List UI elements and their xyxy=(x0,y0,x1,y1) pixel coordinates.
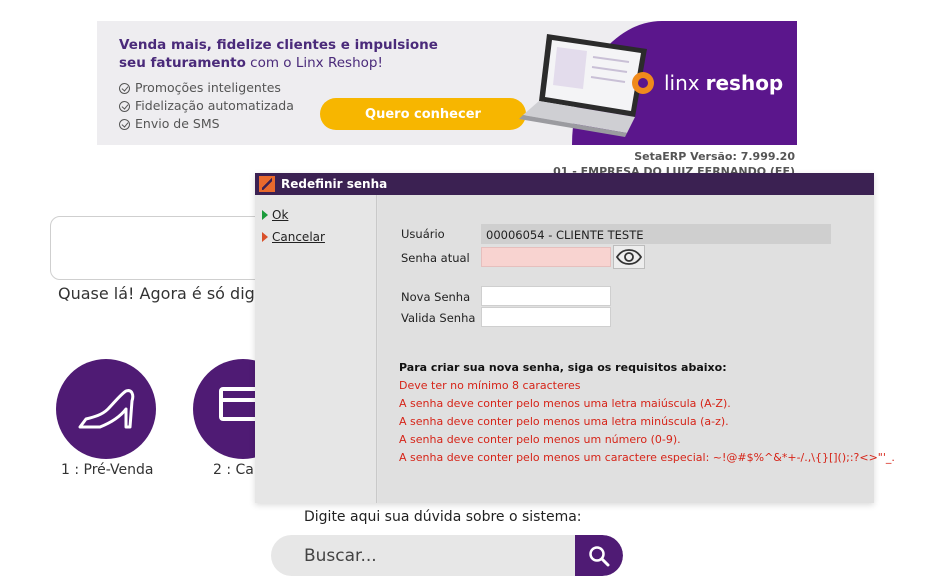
show-password-button[interactable] xyxy=(613,245,645,269)
check-circle-icon xyxy=(119,100,130,112)
card-icon xyxy=(219,387,259,421)
search-button[interactable] xyxy=(575,535,623,576)
background-input-box[interactable] xyxy=(50,216,280,280)
play-arrow-icon xyxy=(262,232,268,242)
reset-password-dialog: Redefinir senha Ok Cancelar Usuário 0000… xyxy=(255,173,895,503)
usuario-field: 00006054 - CLIENTE TESTE xyxy=(481,224,831,244)
banner-feature: Promoções inteligentes xyxy=(119,79,294,97)
company-text: 01 - EMPRESA DO LUIZ FERNANDO (FE) xyxy=(553,165,795,173)
dialog-content: Usuário 00006054 - CLIENTE TESTE Senha a… xyxy=(378,195,895,503)
banner-feature: Fidelização automatizada xyxy=(119,97,294,115)
requirement-item: A senha deve conter pelo menos um número… xyxy=(399,433,681,446)
nova-senha-input[interactable] xyxy=(481,286,611,306)
check-circle-icon xyxy=(119,118,130,130)
help-prompt: Digite aqui sua dúvida sobre o sistema: xyxy=(304,509,582,525)
usuario-label: Usuário xyxy=(401,227,445,241)
banner-headline: Venda mais, fidelize clientes e impulsio… xyxy=(119,36,439,72)
nova-senha-label: Nova Senha xyxy=(401,290,471,304)
linx-reshop-logo: linx reshop xyxy=(632,71,783,95)
linx-reshop-banner[interactable]: Venda mais, fidelize clientes e impulsio… xyxy=(97,21,797,145)
banner-headline-line1: Venda mais, fidelize clientes e impulsio… xyxy=(119,37,438,53)
valida-senha-input[interactable] xyxy=(481,307,611,327)
reshop-logo-icon xyxy=(632,72,654,94)
quero-conhecer-button[interactable]: Quero conhecer xyxy=(320,98,526,130)
shortcut-pre-venda[interactable] xyxy=(56,359,156,459)
play-arrow-icon xyxy=(262,210,268,220)
dialog-titlebar[interactable]: Redefinir senha xyxy=(255,173,874,195)
banner-feature-list: Promoções inteligentes Fidelização autom… xyxy=(119,79,294,133)
ok-button[interactable]: Ok xyxy=(262,208,288,222)
requirement-item: Deve ter no mínimo 8 caracteres xyxy=(399,379,581,392)
help-search xyxy=(271,535,623,576)
senha-atual-label: Senha atual xyxy=(401,251,470,265)
shortcut-label-caixa: 2 : Cai xyxy=(213,462,258,478)
banner-headline-bold: seu faturamento xyxy=(119,55,246,71)
cancel-button[interactable]: Cancelar xyxy=(262,230,325,244)
search-input[interactable] xyxy=(271,535,576,576)
requirements-title: Para criar sua nova senha, siga os requi… xyxy=(399,361,727,374)
banner-headline-rest: com o Linx Reshop! xyxy=(245,55,383,71)
almost-there-message: Quase lá! Agora é só dig xyxy=(58,284,255,303)
dialog-title: Redefinir senha xyxy=(281,177,388,191)
shoe-icon xyxy=(78,389,135,429)
app-logo-icon xyxy=(259,176,275,192)
requirement-item: A senha deve conter pelo menos uma letra… xyxy=(399,397,731,410)
shortcut-label-pre-venda: 1 : Pré-Venda xyxy=(61,462,154,478)
search-icon xyxy=(589,545,610,566)
valida-senha-label: Valida Senha xyxy=(401,311,476,325)
eye-icon xyxy=(616,249,642,265)
dialog-action-panel: Ok Cancelar xyxy=(255,195,377,503)
banner-feature: Envio de SMS xyxy=(119,115,294,133)
requirement-item: A senha deve conter pelo menos um caract… xyxy=(399,451,895,464)
version-text: SetaERP Versão: 7.999.20 xyxy=(634,150,795,163)
requirement-item: A senha deve conter pelo menos uma letra… xyxy=(399,415,729,428)
check-circle-icon xyxy=(119,82,130,94)
senha-atual-input[interactable] xyxy=(481,247,611,267)
